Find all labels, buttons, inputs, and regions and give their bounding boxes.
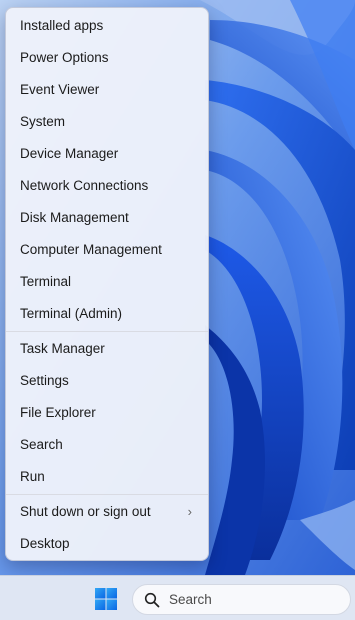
- menu-separator: [6, 331, 208, 332]
- menu-item-file-explorer[interactable]: File Explorer: [10, 398, 204, 428]
- windows-logo-icon[interactable]: [95, 588, 117, 610]
- menu-item-label: Shut down or sign out: [20, 504, 151, 519]
- menu-item-search[interactable]: Search: [10, 430, 204, 460]
- menu-item-disk-management[interactable]: Disk Management: [10, 203, 204, 233]
- menu-item-installed-apps[interactable]: Installed apps: [10, 11, 204, 41]
- menu-item-terminal[interactable]: Terminal: [10, 267, 204, 297]
- taskbar: Search: [0, 575, 355, 620]
- menu-item-computer-management[interactable]: Computer Management: [10, 235, 204, 265]
- search-icon: [144, 592, 160, 608]
- menu-item-network-connections[interactable]: Network Connections: [10, 171, 204, 201]
- menu-item-task-manager[interactable]: Task Manager: [10, 334, 204, 364]
- menu-item-shut-down-or-sign-out[interactable]: Shut down or sign out ›: [10, 497, 204, 527]
- taskbar-search-box[interactable]: Search: [132, 584, 351, 615]
- winx-context-menu: Installed apps Power Options Event Viewe…: [5, 7, 209, 561]
- menu-item-run[interactable]: Run: [10, 462, 204, 492]
- menu-item-power-options[interactable]: Power Options: [10, 43, 204, 73]
- desktop-screen: Installed apps Power Options Event Viewe…: [0, 0, 355, 620]
- menu-item-desktop[interactable]: Desktop: [10, 529, 204, 559]
- menu-item-settings[interactable]: Settings: [10, 366, 204, 396]
- menu-item-device-manager[interactable]: Device Manager: [10, 139, 204, 169]
- menu-item-system[interactable]: System: [10, 107, 204, 137]
- menu-separator: [6, 494, 208, 495]
- search-placeholder: Search: [169, 592, 212, 607]
- chevron-right-icon: ›: [187, 504, 192, 519]
- menu-item-terminal-admin[interactable]: Terminal (Admin): [10, 299, 204, 329]
- menu-item-event-viewer[interactable]: Event Viewer: [10, 75, 204, 105]
